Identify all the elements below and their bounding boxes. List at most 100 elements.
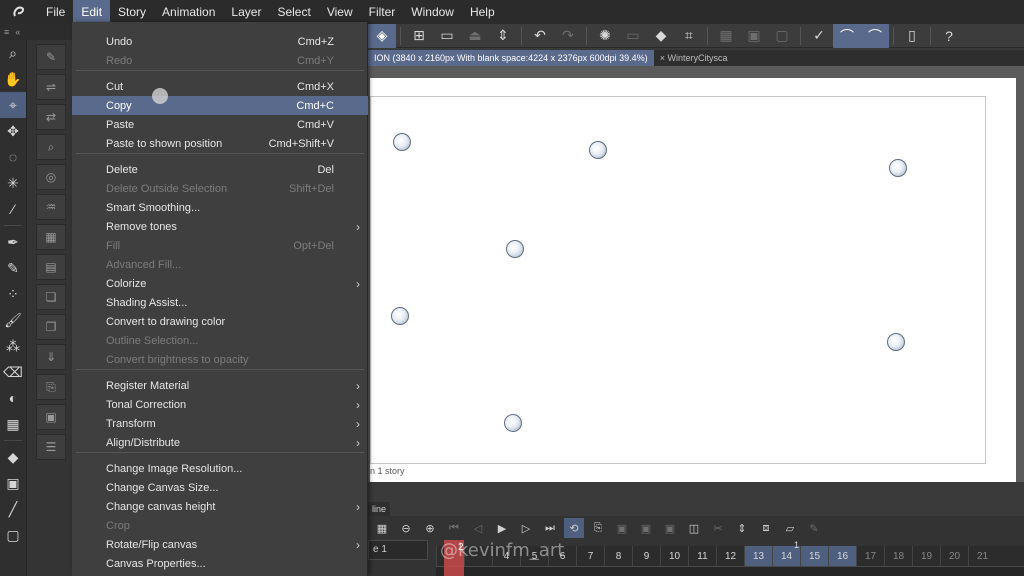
eyedropper-icon[interactable]: ⁄ <box>0 196 26 222</box>
zoom-in-icon[interactable]: ⊕ <box>420 518 440 538</box>
menu-item-change-canvas-size[interactable]: Change Canvas Size... <box>72 478 368 497</box>
subtool-zoom-icon[interactable]: ⌕ <box>36 134 66 160</box>
subtool-adjust-icon[interactable]: ⇌ <box>36 74 66 100</box>
transform-handle[interactable] <box>589 141 607 159</box>
transform-handle[interactable] <box>391 307 409 325</box>
transform-handle[interactable] <box>887 333 905 351</box>
menu-item-canvas-properties[interactable]: Canvas Properties... <box>72 554 368 573</box>
redo-icon[interactable]: ↷ <box>554 24 582 48</box>
frame-icon[interactable]: ▦ <box>712 24 740 48</box>
frame-icon[interactable]: ▢ <box>0 522 26 548</box>
menu-item-paste[interactable]: Paste Cmd+V <box>72 115 368 134</box>
menu-item-delete[interactable]: Delete Del <box>72 160 368 179</box>
ruler-icon[interactable]: ⇕ <box>489 24 517 48</box>
subtool-water-icon[interactable]: ♒ <box>36 194 66 220</box>
menu-animation[interactable]: Animation <box>154 0 223 24</box>
clear-icon[interactable]: ▭ <box>619 24 647 48</box>
menu-item-smart-smoothing[interactable]: Smart Smoothing... <box>72 198 368 217</box>
frame-number[interactable]: 18 <box>884 546 912 566</box>
menu-item-remove-tones[interactable]: Remove tones › <box>72 217 368 236</box>
lasso-icon[interactable]: ◌ <box>0 144 26 170</box>
pen-icon[interactable]: ✎ <box>804 518 824 538</box>
subtool-stack-icon[interactable]: ❏ <box>36 284 66 310</box>
menu-window[interactable]: Window <box>403 0 462 24</box>
frame-number[interactable]: 16 <box>828 546 856 566</box>
eraser-icon[interactable]: ⌫ <box>0 359 26 385</box>
zoom-icon[interactable]: ⌕ <box>0 40 26 66</box>
cel-icon[interactable]: ▣ <box>612 518 632 538</box>
transform-handle[interactable] <box>889 159 907 177</box>
subtool-grid-icon[interactable]: ▦ <box>36 224 66 250</box>
play-icon[interactable]: ▶ <box>492 518 512 538</box>
new-timeline-icon[interactable]: ▦ <box>372 518 392 538</box>
transform-handle[interactable] <box>504 414 522 432</box>
chevron-left-icon[interactable]: « <box>15 27 20 37</box>
menu-item-copy[interactable]: Copy Cmd+C <box>72 96 368 115</box>
subtool-list-icon[interactable]: ☰ <box>36 434 66 460</box>
first-frame-icon[interactable]: ⏮ <box>444 518 464 538</box>
menu-view[interactable]: View <box>319 0 361 24</box>
frame-number[interactable]: 17 <box>856 546 884 566</box>
subtool-pen-icon[interactable]: ✎ <box>36 44 66 70</box>
subtool-move-icon[interactable]: ⇄ <box>36 104 66 130</box>
brush-icon[interactable]: ⌒ <box>833 23 861 48</box>
subtool-settings-icon[interactable]: ◎ <box>36 164 66 190</box>
menu-file[interactable]: File <box>38 0 73 24</box>
pen-icon[interactable]: ✓ <box>805 24 833 48</box>
magic-wand-icon[interactable]: ✳ <box>0 170 26 196</box>
subtool-box-icon[interactable]: ▣ <box>36 404 66 430</box>
frame-number[interactable]: 11 <box>688 546 716 566</box>
cel-icon[interactable]: ▣ <box>660 518 680 538</box>
menu-help[interactable]: Help <box>462 0 503 24</box>
spinner-icon[interactable]: ✺ <box>591 24 619 48</box>
menu-item-rotate-flip-canvas[interactable]: Rotate/Flip canvas › <box>72 535 368 554</box>
menu-item-transform[interactable]: Transform › <box>72 414 368 433</box>
menu-item-change-image-resolution[interactable]: Change Image Resolution... <box>72 459 368 478</box>
frame-number[interactable]: 15 <box>800 546 828 566</box>
frame-number[interactable]: 12 <box>716 546 744 566</box>
subtool-stack2-icon[interactable]: ❐ <box>36 314 66 340</box>
frame-icon[interactable]: ▢ <box>768 24 796 48</box>
stepper-icon[interactable]: ⇕ <box>732 518 752 538</box>
help-icon[interactable]: ? <box>935 24 963 48</box>
menu-item-align-distribute[interactable]: Align/Distribute › <box>72 433 368 452</box>
gradient-icon[interactable]: ▣ <box>0 470 26 496</box>
new-file-icon[interactable]: ⊞ <box>405 24 433 48</box>
menu-edit[interactable]: Edit <box>73 0 111 24</box>
menu-story[interactable]: Story <box>110 0 154 24</box>
decoration-icon[interactable]: ⁂ <box>0 333 26 359</box>
menu-item-cut[interactable]: Cut Cmd+X <box>72 77 368 96</box>
menu-select[interactable]: Select <box>269 0 318 24</box>
figure-icon[interactable]: ╱ <box>0 496 26 522</box>
frame-number[interactable]: 9 <box>632 546 660 566</box>
document-tab[interactable]: ION (3840 x 2160px With blank space:4224… <box>368 50 654 66</box>
app-logo-icon[interactable] <box>0 0 38 24</box>
fill-icon[interactable]: ◆ <box>0 444 26 470</box>
document-tab[interactable]: × WinteryCitysca <box>654 50 734 66</box>
operation-icon[interactable]: ⌖ <box>0 92 26 118</box>
frame-number[interactable]: 10 <box>660 546 688 566</box>
brush-icon[interactable]: 🖌 <box>0 307 26 333</box>
undo-icon[interactable]: ↶ <box>526 24 554 48</box>
frame-number[interactable]: 19 <box>912 546 940 566</box>
menu-item-paste-to-shown-position[interactable]: Paste to shown position Cmd+Shift+V <box>72 134 368 153</box>
menu-item-register-material[interactable]: Register Material › <box>72 376 368 395</box>
transform-handle[interactable] <box>393 133 411 151</box>
new-cel-icon[interactable]: ⎘ <box>588 518 608 538</box>
subtool-layers-icon[interactable]: ▤ <box>36 254 66 280</box>
menu-item-colorize[interactable]: Colorize › <box>72 274 368 293</box>
menu-filter[interactable]: Filter <box>361 0 404 24</box>
cel-icon[interactable]: ▣ <box>636 518 656 538</box>
menu-item-convert-to-drawing-color[interactable]: Convert to drawing color <box>72 312 368 331</box>
next-frame-icon[interactable]: ▷ <box>516 518 536 538</box>
frame-number[interactable]: 20 <box>940 546 968 566</box>
frame-number[interactable]: 8 <box>604 546 632 566</box>
menu-item-change-canvas-height[interactable]: Change canvas height › <box>72 497 368 516</box>
frame-number[interactable]: 13 <box>744 546 772 566</box>
menu-layer[interactable]: Layer <box>223 0 269 24</box>
hand-icon[interactable]: ✋ <box>0 66 26 92</box>
onion-skin-icon[interactable]: ◫ <box>684 518 704 538</box>
phone-icon[interactable]: ▯ <box>898 24 926 48</box>
subtool-copy-icon[interactable]: ⎘ <box>36 374 66 400</box>
track-bar[interactable] <box>436 566 1024 576</box>
